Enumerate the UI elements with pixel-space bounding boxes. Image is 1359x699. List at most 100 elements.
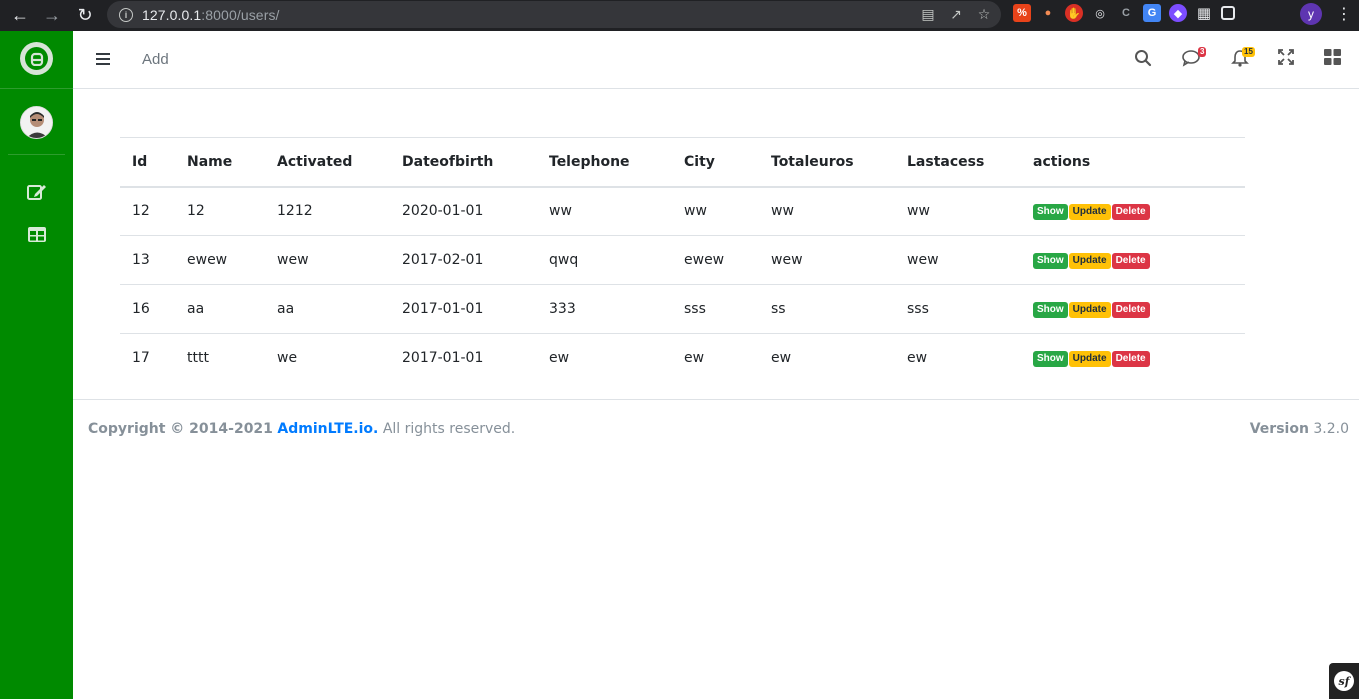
edit-icon[interactable] [26,181,48,203]
cell-lastacess: ww [895,186,1021,236]
cell-id: 12 [120,186,175,236]
url-host: 127.0.0.1 [142,6,202,23]
cell-lastacess: ew [907,350,928,367]
cell-name: 12 [175,186,265,236]
cell-activated: we [277,350,298,367]
symfony-toolbar-toggle[interactable]: sf [1329,663,1359,699]
table-row: 13 ewew wew 2017-02-01 qwq ewew wew wew … [120,235,1245,285]
add-link[interactable]: Add [142,51,169,68]
show-button[interactable]: Show [1033,253,1068,269]
column-header: Totaleuros [759,137,895,188]
update-button[interactable]: Update [1068,351,1111,368]
main-footer: Copyright © 2014-2021 AdminLTE.io. All r… [73,399,1359,457]
column-header: Lastacess [895,137,1021,188]
version-value: 3.2.0 [1313,421,1349,437]
cell-actions: Show Update Delete [1021,186,1245,236]
column-header: Activated [265,137,390,188]
cell-city: ww [672,186,759,236]
cell-activated: 1212 [265,186,390,236]
cell-dateofbirth: 2017-02-01 [390,235,537,285]
cell-totaleuros: wew [759,235,895,285]
table-icon[interactable] [26,223,48,245]
cell-name: tttt [187,350,209,367]
cell-actions: Show Update Delete [1021,284,1245,334]
control-sidebar-icon[interactable] [1324,49,1341,70]
cell-telephone: ew [549,350,570,367]
cell-lastacess: wew [895,235,1021,285]
notifications-icon[interactable]: 15 [1231,47,1255,72]
forward-icon[interactable]: → [40,3,64,27]
cell-totaleuros: ww [759,186,895,236]
extension-icon[interactable]: ✋ [1065,4,1083,22]
column-header: City [672,137,759,188]
search-icon[interactable] [1134,49,1152,72]
column-header: Telephone [537,137,672,188]
delete-button[interactable]: Delete [1111,351,1150,368]
extensions-puzzle-icon[interactable]: ▦ [1195,4,1213,22]
cell-telephone: qwq [537,235,672,285]
browser-toolbar: ← → ↻ i 127.0.0.1:8000/users/ ▤ ↗ ☆ % ● … [0,0,1359,31]
side-panel-icon[interactable] [1221,6,1235,20]
url-text[interactable]: 127.0.0.1:8000/users/ [142,7,280,23]
table-row: 12 12 1212 2020-01-01 ww ww ww ww Show Up… [120,186,1245,236]
show-button[interactable]: Show [1033,302,1068,318]
cell-id: 17 [132,350,150,367]
extensions-bar: % ● ✋ ◎ C G ◆ ▦ [1013,4,1235,22]
table-row: 17 tttt we 2017-01-01 ew ew ew ew Show Up… [120,334,1245,383]
adminlte-link[interactable]: AdminLTE.io. [277,421,378,437]
profile-avatar[interactable]: y [1300,3,1322,25]
back-icon[interactable]: ← [8,3,32,27]
url-path: :8000/users/ [201,6,280,23]
notifications-badge: 15 [1242,47,1255,57]
cell-id: 13 [120,235,175,285]
user-avatar[interactable] [20,106,53,139]
cell-telephone: ww [537,186,672,236]
delete-button[interactable]: Delete [1111,204,1150,221]
cell-city: ewew [672,235,759,285]
brand-logo[interactable] [20,42,53,75]
translate-icon[interactable]: ▤ [919,5,937,23]
extension-icon[interactable]: % [1013,4,1031,22]
update-button[interactable]: Update [1068,253,1111,269]
extension-icon[interactable]: ◎ [1091,4,1109,22]
version-label: Version [1249,421,1309,437]
site-info-icon[interactable]: i [119,7,133,22]
cell-totaleuros: ss [759,284,895,334]
extension-icon[interactable]: ◆ [1169,4,1187,22]
divider [8,154,65,155]
table-header-row: Id Name Activated Dateofbirth Telephone … [120,137,1245,188]
column-header: Name [175,137,265,188]
reload-icon[interactable]: ↻ [73,3,97,27]
cell-telephone: 333 [537,284,672,334]
column-header: actions [1021,137,1245,188]
version-info: Version 3.2.0 [1250,421,1349,437]
rights-text: All rights reserved. [382,421,516,437]
cell-id: 16 [120,284,175,334]
update-button[interactable]: Update [1068,302,1111,318]
extension-icon[interactable]: C [1117,4,1135,22]
browser-menu-icon[interactable]: ⋮ [1336,4,1352,24]
column-header: Dateofbirth [390,137,537,188]
show-button[interactable]: Show [1033,351,1068,368]
cell-name: aa [175,284,265,334]
extension-icon[interactable]: ● [1039,4,1057,22]
menu-toggle-icon[interactable] [96,53,110,65]
cell-actions: Show Update Delete [1021,235,1245,285]
extension-icon[interactable]: G [1143,4,1161,22]
address-bar[interactable]: i 127.0.0.1:8000/users/ ▤ ↗ ☆ [107,1,1001,28]
cell-name: ewew [175,235,265,285]
cell-dateofbirth: 2020-01-01 [390,186,537,236]
cell-actions: Show Update Delete [1021,334,1245,383]
cell-totaleuros: ew [771,350,792,367]
update-button[interactable]: Update [1068,204,1111,221]
fullscreen-icon[interactable] [1278,49,1294,70]
messages-icon[interactable]: 3 [1182,47,1207,72]
top-navbar: Add 3 15 [73,31,1359,89]
share-icon[interactable]: ↗ [947,5,965,23]
divider [0,88,73,89]
show-button[interactable]: Show [1033,204,1068,221]
bookmark-star-icon[interactable]: ☆ [975,5,993,23]
delete-button[interactable]: Delete [1111,302,1150,318]
cell-activated: aa [265,284,390,334]
delete-button[interactable]: Delete [1111,253,1150,269]
